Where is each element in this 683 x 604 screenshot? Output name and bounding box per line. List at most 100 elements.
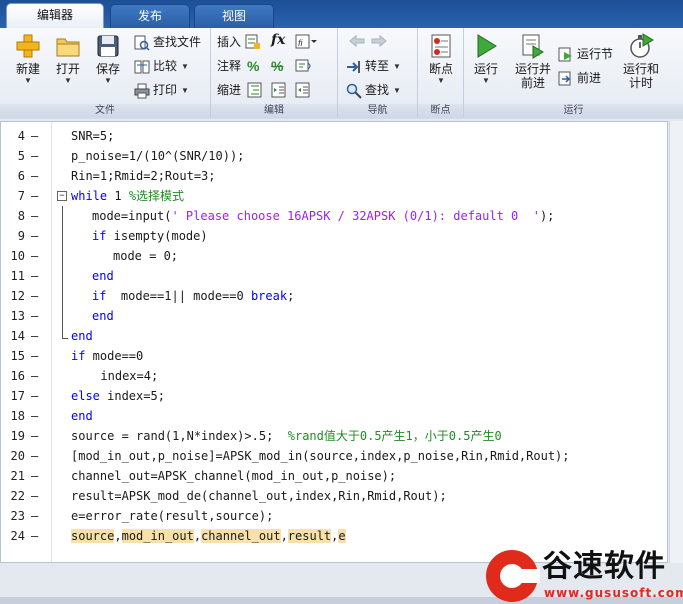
insert-button[interactable]: 插入 bbox=[217, 32, 241, 52]
run-group-label: 运行 bbox=[464, 104, 683, 118]
comment-button[interactable]: 注释 bbox=[217, 56, 241, 76]
code-token: ; bbox=[287, 289, 295, 303]
edit-group: 插入 fx fi 注释 % % 缩进 编辑 bbox=[211, 28, 338, 118]
fx-button[interactable]: fx bbox=[271, 32, 285, 48]
run-and-advance-button[interactable]: 运行并 前进 bbox=[508, 32, 558, 102]
breakpoints-group-label: 断点 bbox=[418, 104, 463, 118]
breakpoint-marker[interactable]: — bbox=[31, 506, 38, 526]
chevron-down-icon: ▼ bbox=[181, 61, 189, 71]
run-group: 运行 ▼ 运行并 前进 运行节 前进 运行和 计时 运行 bbox=[464, 28, 683, 118]
watermark: 谷速软件 www.gususoft.com bbox=[484, 548, 683, 604]
tab-view[interactable]: 视图 bbox=[194, 4, 274, 28]
tab-publish[interactable]: 发布 bbox=[110, 4, 190, 28]
comment-percent-icon[interactable]: % bbox=[247, 56, 259, 76]
code-line[interactable]: 13 — end bbox=[1, 306, 667, 326]
breakpoint-marker[interactable]: — bbox=[31, 346, 38, 366]
code-line[interactable]: 12 — if mode==1|| mode==0 break; bbox=[1, 286, 667, 306]
code-line[interactable]: 17 — else index=5; bbox=[1, 386, 667, 406]
print-button[interactable]: 打印 ▼ bbox=[134, 80, 189, 100]
breakpoint-marker[interactable]: — bbox=[31, 186, 38, 206]
tab-editor[interactable]: 编辑器 bbox=[6, 3, 104, 29]
breakpoint-marker[interactable]: — bbox=[31, 286, 38, 306]
breakpoint-marker[interactable]: — bbox=[31, 326, 38, 346]
save-button[interactable]: 保存 ▼ bbox=[88, 32, 128, 102]
code-token: [mod_in_out,p_noise]=APSK_mod_in(source,… bbox=[71, 449, 570, 463]
new-button[interactable]: 新建 ▼ bbox=[8, 32, 48, 102]
code-text: p_noise=1/(10^(SNR/10)); bbox=[71, 146, 244, 166]
wrap-comments-icon[interactable] bbox=[295, 58, 313, 74]
vertical-scrollbar[interactable] bbox=[669, 121, 683, 563]
code-line[interactable]: 9 — if isempty(mode) bbox=[1, 226, 667, 246]
code-line[interactable]: 5 — p_noise=1/(10^(SNR/10)); bbox=[1, 146, 667, 166]
breakpoints-button[interactable]: 断点 ▼ bbox=[421, 32, 461, 102]
watermark-url: www.gususoft.com bbox=[544, 586, 683, 600]
goto-button[interactable]: 转至 ▼ bbox=[346, 56, 401, 76]
run-time-label-2: 计时 bbox=[628, 76, 653, 90]
smart-indent-icon[interactable] bbox=[247, 82, 263, 98]
fold-toggle[interactable]: − bbox=[57, 191, 67, 201]
code-line[interactable]: 16 — index=4; bbox=[1, 366, 667, 386]
insert-section-icon[interactable] bbox=[245, 34, 261, 50]
breakpoint-marker[interactable]: — bbox=[31, 126, 38, 146]
breakpoint-marker[interactable]: — bbox=[31, 466, 38, 486]
code-line[interactable]: 10 — mode = 0; bbox=[1, 246, 667, 266]
breakpoint-marker[interactable]: — bbox=[31, 166, 38, 186]
folder-icon bbox=[56, 38, 80, 57]
compare-icon bbox=[134, 60, 150, 74]
code-text: result=APSK_mod_de(channel_out,index,Rin… bbox=[71, 486, 447, 506]
code-line[interactable]: 4 — SNR=5; bbox=[1, 126, 667, 146]
goto-arrow-icon bbox=[347, 60, 360, 73]
breakpoint-marker[interactable]: — bbox=[31, 266, 38, 286]
breakpoint-marker[interactable]: — bbox=[31, 406, 38, 426]
run-and-time-button[interactable]: 运行和 计时 bbox=[616, 32, 666, 102]
code-token: %rand值大于0.5产生1，小于0.5产生0 bbox=[287, 429, 502, 443]
compare-button[interactable]: 比较 ▼ bbox=[134, 56, 189, 76]
line-number: 13 bbox=[10, 309, 25, 323]
breakpoint-marker[interactable]: — bbox=[31, 306, 38, 326]
code-line[interactable]: 14 — end bbox=[1, 326, 667, 346]
breakpoint-marker[interactable]: — bbox=[31, 386, 38, 406]
find-files-button[interactable]: 查找文件 bbox=[134, 32, 201, 52]
code-line[interactable]: 8 — mode=input(' Please choose 16APSK / 32… bbox=[1, 206, 667, 226]
code-editor[interactable]: 4 — SNR=5; 5 — p_noise=1/(10^(SNR/10)); 6 — Rin=… bbox=[0, 121, 668, 563]
forward-arrow-icon[interactable] bbox=[370, 34, 388, 48]
code-token: ); bbox=[539, 209, 555, 223]
watermark-title: 谷速软件 bbox=[542, 549, 666, 584]
breakpoint-marker[interactable]: — bbox=[31, 146, 38, 166]
back-arrow-icon[interactable] bbox=[348, 34, 366, 48]
find-button[interactable]: 查找 ▼ bbox=[346, 80, 401, 100]
increase-indent-icon[interactable] bbox=[271, 82, 287, 98]
breakpoint-marker[interactable]: — bbox=[31, 226, 38, 246]
code-line[interactable]: 7— while 1 %选择模式 − bbox=[1, 186, 667, 206]
code-line[interactable]: 6 — Rin=1;Rmid=2;Rout=3; bbox=[1, 166, 667, 186]
code-token: if bbox=[71, 349, 86, 363]
code-text: end bbox=[92, 306, 114, 326]
run-button[interactable]: 运行 ▼ bbox=[466, 32, 506, 102]
breakpoint-marker[interactable]: — bbox=[31, 246, 38, 266]
code-line[interactable]: 21 — channel_out=APSK_channel(mod_in_out,p… bbox=[1, 466, 667, 486]
code-text: e=error_rate(result,source); bbox=[71, 506, 273, 526]
code-line[interactable]: 15 — if mode==0 bbox=[1, 346, 667, 366]
code-line[interactable]: 19 — source = rand(1,N*index)>.5; %rand值大于… bbox=[1, 426, 667, 446]
indent-button[interactable]: 缩进 bbox=[217, 80, 241, 100]
code-token: while bbox=[71, 189, 108, 203]
breakpoint-marker[interactable]: — bbox=[31, 366, 38, 386]
advance-button[interactable]: 前进 bbox=[558, 68, 601, 88]
code-line[interactable]: 20 — [mod_in_out,p_noise]=APSK_mod_in(sour… bbox=[1, 446, 667, 466]
breakpoint-marker[interactable]: — bbox=[31, 446, 38, 466]
code-line[interactable]: 18 — end bbox=[1, 406, 667, 426]
decrease-indent-icon[interactable] bbox=[295, 82, 311, 98]
uncomment-percent-icon[interactable]: % bbox=[271, 56, 283, 76]
code-line[interactable]: 23 — e=error_rate(result,source); bbox=[1, 506, 667, 526]
code-line[interactable]: 24— source,mod_in_out,channel_out,result,… bbox=[1, 526, 667, 546]
breakpoint-marker[interactable]: — bbox=[31, 206, 38, 226]
run-section-button[interactable]: 运行节 bbox=[558, 44, 613, 64]
breakpoint-marker[interactable]: — bbox=[31, 526, 38, 546]
code-token: e=error_rate(result,source); bbox=[71, 509, 274, 523]
breakpoint-marker[interactable]: — bbox=[31, 426, 38, 446]
insert-function-dropdown-icon[interactable]: fi bbox=[295, 34, 317, 50]
code-line[interactable]: 22 — result=APSK_mod_de(channel_out,index,… bbox=[1, 486, 667, 506]
open-button[interactable]: 打开 ▼ bbox=[48, 32, 88, 102]
code-line[interactable]: 11 — end bbox=[1, 266, 667, 286]
breakpoint-marker[interactable]: — bbox=[31, 486, 38, 506]
